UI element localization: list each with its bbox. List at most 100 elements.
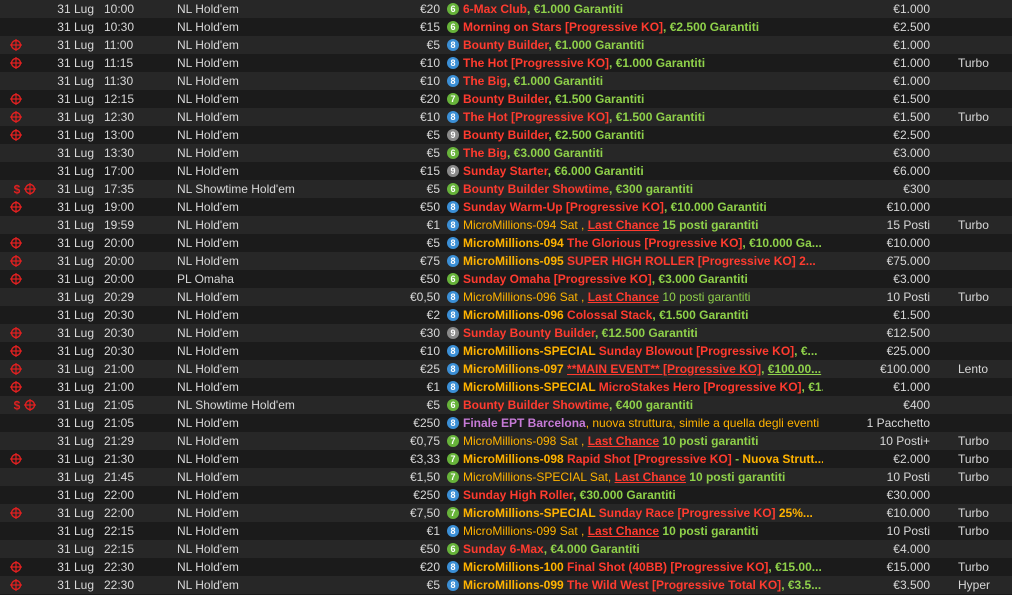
table-row[interactable]: 31 Lug 21:00 NL Hold'em €25 8 MicroMillions-0… [0,360,1012,378]
guaranteed-prize: €12.500 [886,326,930,340]
name-segment: MicroMillions-094 [463,236,568,250]
bounty-target-icon [10,39,22,51]
tournament-time: 21:29 [104,434,135,448]
table-row[interactable]: 31 Lug 13:00 NL Hold'em €5 9 Bounty Builder, … [0,126,1012,144]
tournament-time: 20:30 [104,326,135,340]
buy-in: €50 [419,200,440,214]
table-row[interactable]: 31 Lug 22:30 NL Hold'em €20 8 MicroMillions-1… [0,558,1012,576]
table-row[interactable]: 31 Lug 19:59 NL Hold'em €1 8 MicroMillions-09… [0,216,1012,234]
table-row[interactable]: 31 Lug 20:30 NL Hold'em €30 9 Sunday Bounty B… [0,324,1012,342]
table-row[interactable]: 31 Lug 11:30 NL Hold'em €10 8 The Big, €1.000… [0,72,1012,90]
tournament-name: Bounty Builder, €1.500 Garantiti [463,90,823,108]
tournament-time: 21:05 [104,416,135,430]
table-row[interactable]: 31 Lug 20:00 NL Hold'em €75 8 MicroMillions-0… [0,252,1012,270]
table-row[interactable]: 31 Lug 20:30 NL Hold'em €2 8 MicroMillions-09… [0,306,1012,324]
buy-in: €10 [419,56,440,70]
buy-in: €10 [419,110,440,124]
guaranteed-prize: €10.000 [886,506,930,520]
name-segment: Final Shot (40BB) [Progressive KO] [567,560,769,574]
name-segment: The Wild West [Progressive Total KO] [567,578,782,592]
table-row[interactable]: 31 Lug 20:00 PL Omaha €50 6 Sunday Omaha [Pro… [0,270,1012,288]
buy-in: €5 [426,398,440,412]
tournament-name: MicroMillions-096 Colossal Stack, €1.500… [463,306,823,324]
table-row[interactable]: $31 Lug 17:35 NL Showtime Hold'em €5 6 Bounty… [0,180,1012,198]
table-row[interactable]: 31 Lug 21:00 NL Hold'em €1 8 MicroMillions-SP… [0,378,1012,396]
table-row[interactable]: $31 Lug 21:05 NL Showtime Hold'em €5 6 Bounty… [0,396,1012,414]
row-icons [4,522,44,540]
tournament-date: 31 Lug [57,164,94,178]
name-segment: 6-Max Club [463,2,528,16]
table-row[interactable]: 31 Lug 19:00 NL Hold'em €50 8 Sunday Warm-Up … [0,198,1012,216]
tournament-name: Finale EPT Barcelona, nuova struttura, s… [463,414,823,432]
buy-in: €5 [426,182,440,196]
tournament-time: 11:30 [104,74,134,88]
name-segment: MicroMillions-SPECIAL [463,506,599,520]
table-row[interactable]: 31 Lug 13:30 NL Hold'em €5 6 The Big, €3.000 … [0,144,1012,162]
table-row[interactable]: 31 Lug 21:05 NL Hold'em €250 8 Finale EPT Bar… [0,414,1012,432]
guaranteed-prize: 10 Posti [886,524,930,538]
row-icons [4,432,44,450]
table-row[interactable]: 31 Lug 20:00 NL Hold'em €5 8 MicroMillions-09… [0,234,1012,252]
name-segment: Sunday 6-Max [463,542,544,556]
tournament-time: 11:15 [104,56,134,70]
name-segment: Last Chance [587,434,660,448]
buy-in: €5 [426,578,440,592]
name-segment: Bounty Builder Showtime [463,182,610,196]
tournament-time: 10:30 [104,20,135,34]
tournament-name: MicroMillions-096 Sat , Last Chance 10 p… [463,288,823,306]
table-size-badge: 6 [447,147,459,159]
name-segment: , €4.000 Garantiti [543,542,640,556]
table-row[interactable]: 31 Lug 17:00 NL Hold'em €15 9 Sunday Starter,… [0,162,1012,180]
tournament-name: The Hot [Progressive KO], €1.000 Garanti… [463,54,823,72]
guaranteed-prize: €400 [903,398,930,412]
tournament-date: 31 Lug [57,380,94,394]
name-segment: , €3.000 Garantiti [507,146,604,160]
guaranteed-prize: €1.000 [893,74,930,88]
name-segment: MicroMillions-095 [463,254,568,268]
tournament-date: 31 Lug [57,434,94,448]
table-size-badge: 7 [447,471,459,483]
buy-in: €250 [413,416,440,430]
table-row[interactable]: 31 Lug 11:00 NL Hold'em €5 8 Bounty Builder, … [0,36,1012,54]
table-row[interactable]: 31 Lug 21:30 NL Hold'em €3,33 7 MicroMillions… [0,450,1012,468]
table-row[interactable]: 31 Lug 12:15 NL Hold'em €20 7 Bounty Builder,… [0,90,1012,108]
table-size-badge: 8 [447,381,459,393]
tournament-time: 20:29 [104,290,135,304]
svg-text:$: $ [14,399,21,411]
guaranteed-prize: €1.500 [893,308,930,322]
table-row[interactable]: 31 Lug 22:00 NL Hold'em €7,50 7 MicroMillions… [0,504,1012,522]
table-row[interactable]: 31 Lug 21:29 NL Hold'em €0,75 7 MicroMillions… [0,432,1012,450]
tournament-date: 31 Lug [57,272,94,286]
speed-label: Turbo [958,560,989,574]
name-segment: SUPER HIGH ROLLER [Progressive KO] 2... [567,254,816,268]
table-row[interactable]: 31 Lug 20:30 NL Hold'em €10 8 MicroMillions-S… [0,342,1012,360]
row-icons [4,270,44,288]
table-size-badge: 8 [447,309,459,321]
bounty-target-icon [10,345,22,357]
table-row[interactable]: 31 Lug 12:30 NL Hold'em €10 8 The Hot [Progre… [0,108,1012,126]
tournament-name: Sunday 6-Max, €4.000 Garantiti [463,540,823,558]
table-row[interactable]: 31 Lug 22:00 NL Hold'em €250 8 Sunday High Ro… [0,486,1012,504]
table-row[interactable]: 31 Lug 21:45 NL Hold'em €1,50 7 MicroMillions… [0,468,1012,486]
name-segment: 25%... [775,506,813,520]
name-segment: 10 posti garantiti [659,434,759,448]
table-row[interactable]: 31 Lug 22:30 NL Hold'em €5 8 MicroMillions-09… [0,576,1012,594]
table-row[interactable]: 31 Lug 11:15 NL Hold'em €10 8 The Hot [Progre… [0,54,1012,72]
table-row[interactable]: 31 Lug 20:29 NL Hold'em €0,50 8 MicroMillions… [0,288,1012,306]
buy-in: €5 [426,128,440,142]
name-segment: Bounty Builder [463,128,549,142]
buy-in: €10 [419,74,440,88]
dollar-icon: $ [14,399,21,411]
row-icons [4,108,44,126]
row-icons [4,504,44,522]
table-row[interactable]: 31 Lug 22:15 NL Hold'em €1 8 MicroMillions-09… [0,522,1012,540]
table-row[interactable]: 31 Lug 10:30 NL Hold'em €15 6 Morning on Star… [0,18,1012,36]
table-row[interactable]: 31 Lug 22:15 NL Hold'em €50 6 Sunday 6-Max, €… [0,540,1012,558]
table-row[interactable]: 31 Lug 10:00 NL Hold'em €20 6 6-Max Club, €1.… [0,0,1012,18]
tournament-name: MicroMillions-SPECIAL Sat, Last Chance 1… [463,468,823,486]
name-segment: , €2.500 Garantiti [663,20,760,34]
buy-in: €3,33 [409,452,440,466]
table-size-badge: 8 [447,525,459,537]
tournament-time: 21:45 [104,470,135,484]
bounty-target-icon [10,111,22,123]
